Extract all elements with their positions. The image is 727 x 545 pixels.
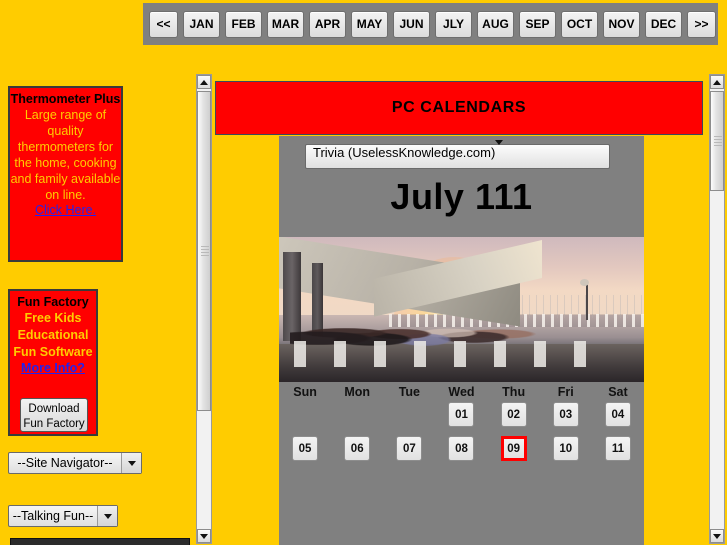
date-cell[interactable]: 03 [552,402,579,427]
date-cell-today[interactable]: 09 [500,436,527,461]
left-frame-scrollbar[interactable] [196,74,212,544]
calendar-photo [279,237,644,382]
date-cell[interactable]: 07 [396,436,423,461]
ad-fun-factory-title: Fun Factory [17,295,89,309]
month-button-dec[interactable]: DEC [645,10,682,38]
weekday-label-sat: Sat [608,385,628,399]
chevron-down-icon[interactable] [121,453,141,473]
date-cell[interactable]: 11 [604,436,631,461]
date-cell[interactable]: 02 [500,402,527,427]
date-cell[interactable]: 01 [448,402,475,427]
sidebar-bottom-panel [10,538,190,545]
month-button-may[interactable]: MAY [351,10,388,38]
weekday-label-thu: Thu [502,385,526,399]
weekday-label-tue: Tue [398,385,420,399]
month-button-mar[interactable]: MAR [267,10,304,38]
site-navigator-select[interactable]: --Site Navigator-- [8,452,142,474]
next-month-button[interactable]: >> [687,10,716,38]
ad-thermometer-body: Large range of quality thermometers for … [10,108,121,202]
date-cell-empty [292,402,318,427]
scroll-down-icon[interactable] [197,529,211,543]
date-cell-empty [344,402,370,427]
date-cell[interactable]: 06 [344,436,371,461]
date-cell[interactable]: 05 [292,436,319,461]
ad-fun-factory-body: Free Kids Educational Fun Software [13,311,93,359]
download-fun-factory-button[interactable]: Download Fun Factory [20,398,88,432]
month-button-jan[interactable]: JAN [183,10,220,38]
ad-thermometer-plus[interactable]: Thermometer Plus Large range of quality … [8,86,123,262]
date-cell[interactable]: 04 [604,402,631,427]
weekday-label-sun: Sun [293,385,317,399]
month-button-jun[interactable]: JUN [393,10,430,38]
date-cell-empty [396,402,422,427]
site-navigator-value: --Site Navigator-- [17,456,113,470]
ad-thermometer-title: Thermometer Plus [10,92,121,106]
scroll-up-icon[interactable] [710,75,724,89]
scroll-up-icon[interactable] [197,75,211,89]
date-cell[interactable]: 08 [448,436,475,461]
weekday-label-fri: Fri [557,385,574,399]
left-scrollbar-thumb[interactable] [197,91,211,411]
chevron-down-icon[interactable] [495,140,504,168]
prev-month-button[interactable]: << [149,10,178,38]
date-row: 01 02 03 04 [279,402,644,427]
month-button-sep[interactable]: SEP [519,10,556,38]
month-button-feb[interactable]: FEB [225,10,262,38]
ad-thermometer-link[interactable]: Click Here. [10,203,121,217]
main-scrollbar-thumb[interactable] [710,91,724,191]
weekday-label-mon: Mon [344,385,371,399]
weekday-header-row: Sun Mon Tue Wed Thu Fri Sat [279,385,644,399]
page-title: PC CALENDARS [215,81,703,135]
main-frame-scrollbar[interactable] [709,74,725,544]
month-toolbar: << JAN FEB MAR APR MAY JUN JLY AUG SEP O… [143,3,718,45]
trivia-feed-value: Trivia (UselessKnowledge.com) [313,145,496,160]
ad-fun-factory-link[interactable]: More Info? [10,361,96,375]
weekday-label-wed: Wed [448,385,475,399]
ad-fun-factory[interactable]: Fun Factory Free Kids Educational Fun So… [8,289,98,436]
chevron-down-icon[interactable] [97,506,117,526]
date-cell[interactable]: 10 [552,436,579,461]
left-sidebar-frame: Thermometer Plus Large range of quality … [0,56,192,545]
date-row: 05 06 07 08 09 10 11 [279,436,644,461]
talking-fun-select[interactable]: --Talking Fun-- [8,505,118,527]
month-button-oct[interactable]: OCT [561,10,598,38]
month-button-nov[interactable]: NOV [603,10,640,38]
month-button-aug[interactable]: AUG [477,10,514,38]
month-button-apr[interactable]: APR [309,10,346,38]
talking-fun-value: --Talking Fun-- [12,509,94,523]
trivia-feed-select[interactable]: Trivia (UselessKnowledge.com) [305,140,610,169]
month-heading: July 111 [390,176,533,217]
month-button-jly[interactable]: JLY [435,10,472,38]
calendar-frame: PC CALENDARS Trivia (UselessKnowledge.co… [215,74,707,545]
calendar-panel: Trivia (UselessKnowledge.com) July 111 S… [279,136,644,545]
scroll-down-icon[interactable] [710,529,724,543]
